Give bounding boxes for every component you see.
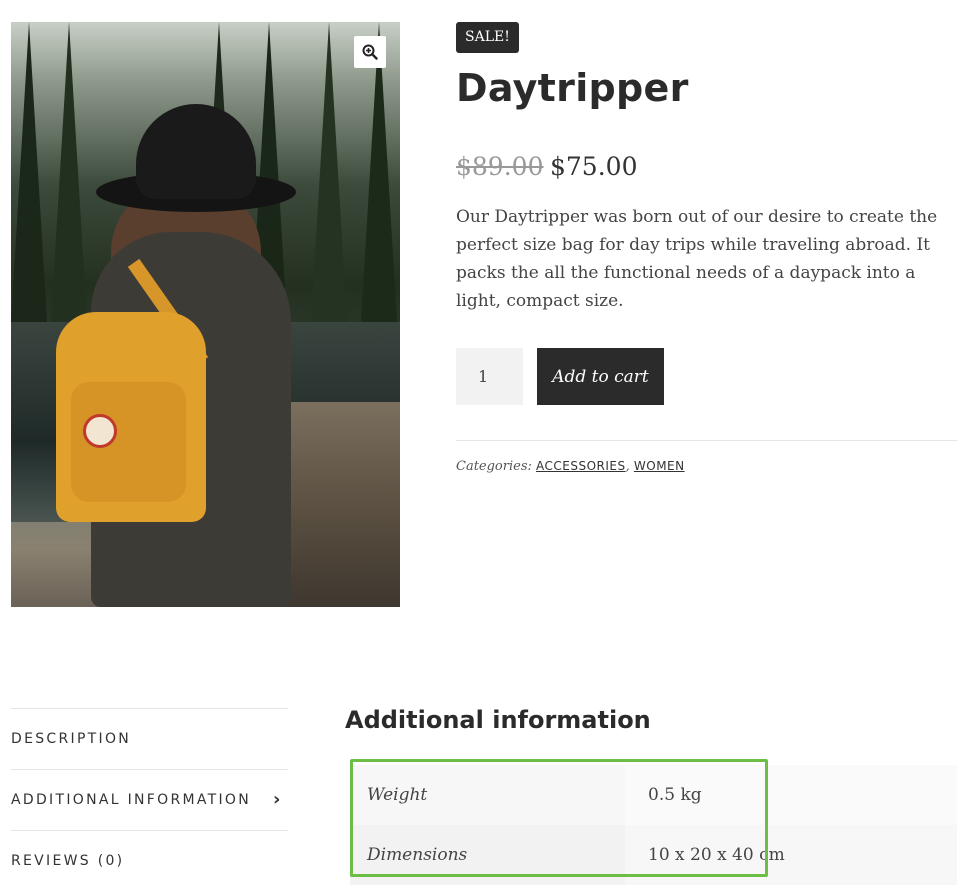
tab-reviews[interactable]: REVIEWS (0) — [11, 830, 288, 890]
product-image[interactable] — [11, 22, 400, 607]
attribute-value: 10 x 20 x 40 cm — [625, 825, 957, 885]
category-link-accessories[interactable]: ACCESSORIES — [536, 459, 626, 473]
attribute-label: Weight — [350, 765, 625, 825]
product-title: Daytripper — [456, 66, 689, 110]
zoom-in-icon — [362, 44, 378, 60]
product-description: Our Daytripper was born out of our desir… — [456, 207, 938, 311]
table-row: Weight 0.5 kg — [350, 765, 957, 825]
table-row: Dimensions 10 x 20 x 40 cm — [350, 825, 957, 885]
attribute-label: Dimensions — [350, 825, 625, 885]
tab-description[interactable]: DESCRIPTION — [11, 708, 288, 768]
add-to-cart-button[interactable]: Add to cart — [537, 348, 664, 405]
additional-info-heading: Additional information — [345, 706, 651, 734]
tab-label: DESCRIPTION — [11, 730, 132, 747]
quantity-input[interactable] — [456, 348, 523, 405]
tab-label: REVIEWS (0) — [11, 852, 125, 869]
sale-price: $75.00 — [550, 152, 638, 181]
attribute-value: 0.5 kg — [625, 765, 957, 825]
chevron-right-icon: › — [273, 789, 281, 810]
zoom-button[interactable] — [354, 36, 386, 68]
categories-label: Categories: — [456, 459, 532, 474]
divider — [456, 440, 957, 441]
product-categories: Categories: ACCESSORIES, WOMEN — [456, 459, 685, 474]
category-link-women[interactable]: WOMEN — [634, 459, 685, 473]
tab-label: ADDITIONAL INFORMATION — [11, 791, 252, 808]
sale-badge: SALE! — [456, 22, 519, 53]
additional-info-table: Weight 0.5 kg Dimensions 10 x 20 x 40 cm — [350, 765, 957, 885]
tab-additional-information[interactable]: ADDITIONAL INFORMATION › — [11, 769, 288, 829]
original-price: $89.00 — [456, 152, 544, 181]
